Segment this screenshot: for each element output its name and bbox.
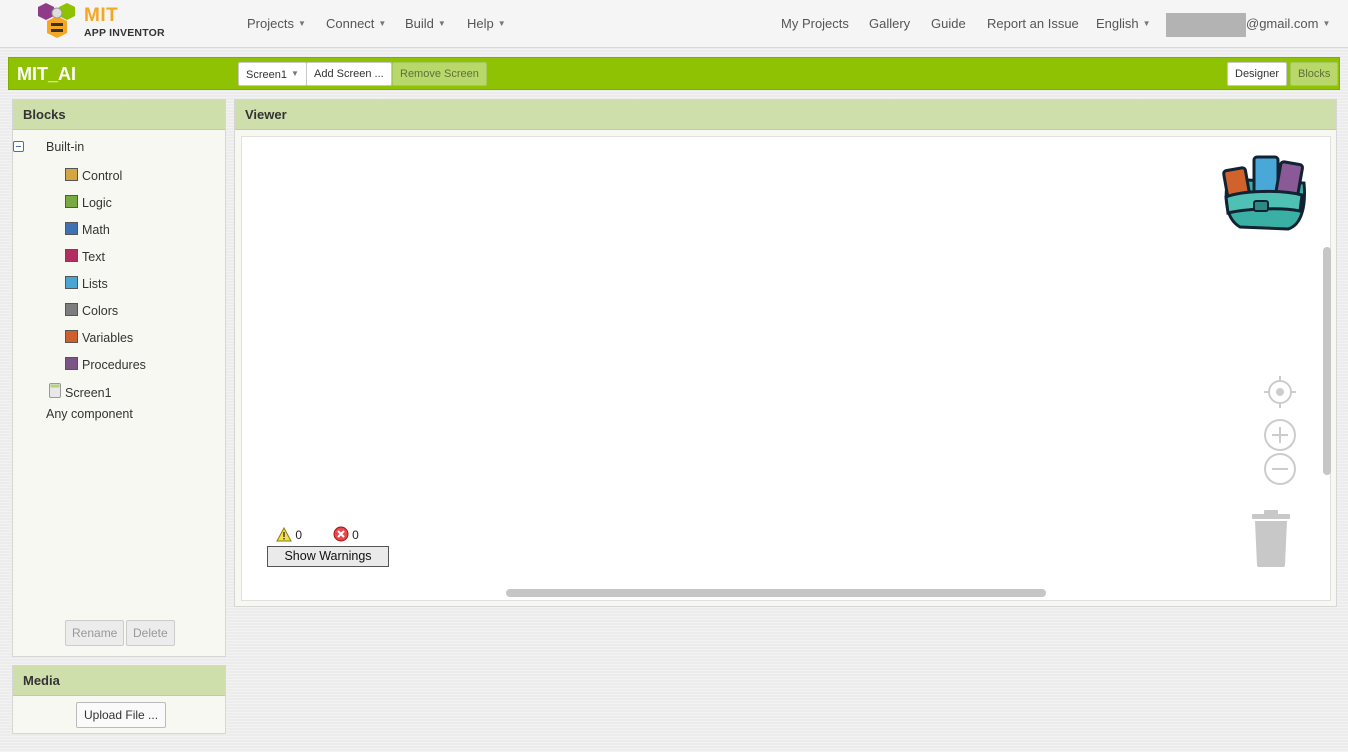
- text-swatch-icon: [65, 249, 78, 262]
- language-label: English: [1096, 16, 1139, 31]
- category-label: Logic: [82, 196, 112, 210]
- collapse-icon[interactable]: [13, 141, 24, 152]
- menu-help[interactable]: Help ▼: [467, 16, 506, 31]
- errors-count: 0: [352, 528, 359, 542]
- warning-icon: [276, 526, 292, 542]
- language-menu[interactable]: English ▼: [1096, 16, 1151, 31]
- block-category-variables[interactable]: Variables: [65, 330, 133, 345]
- media-panel: Media Upload File ...: [12, 665, 226, 734]
- screen-label: Screen1: [65, 386, 112, 400]
- screen-select-label: Screen1: [246, 69, 287, 81]
- colors-swatch-icon: [65, 303, 78, 316]
- category-label: Control: [82, 169, 123, 183]
- math-swatch-icon: [65, 222, 78, 235]
- menu-projects-label: Projects: [247, 16, 294, 31]
- category-label: Variables: [82, 331, 134, 345]
- procedures-swatch-icon: [65, 357, 78, 370]
- caret-down-icon: ▼: [297, 19, 306, 28]
- logo-subtitle: APP INVENTOR: [84, 27, 165, 39]
- recenter-icon[interactable]: [1263, 375, 1297, 409]
- warnings-indicator: 0 0: [276, 526, 359, 542]
- category-label: Procedures: [82, 358, 146, 372]
- remove-screen-button[interactable]: Remove Screen: [392, 62, 487, 86]
- show-warnings-button[interactable]: Show Warnings: [267, 546, 389, 567]
- project-name: MIT_AI: [17, 64, 77, 84]
- caret-down-icon: ▼: [497, 19, 506, 28]
- delete-button[interactable]: Delete: [126, 620, 175, 646]
- category-label: Math: [82, 223, 110, 237]
- link-guide[interactable]: Guide: [931, 16, 966, 31]
- tree-builtin[interactable]: Built-in: [46, 140, 84, 154]
- horizontal-scrollbar[interactable]: [506, 589, 1046, 597]
- link-my-projects[interactable]: My Projects: [781, 16, 849, 31]
- media-panel-title: Media: [13, 666, 225, 696]
- screen-select-dropdown[interactable]: Screen1 ▼: [238, 62, 307, 86]
- menu-connect[interactable]: Connect ▼: [326, 16, 386, 31]
- caret-down-icon: ▼: [437, 19, 446, 28]
- error-icon: [333, 526, 349, 542]
- menu-build[interactable]: Build ▼: [405, 16, 446, 31]
- logo-hexagon-icon: [38, 3, 75, 38]
- account-email: @gmail.com: [1246, 16, 1319, 31]
- lists-swatch-icon: [65, 276, 78, 289]
- block-category-lists[interactable]: Lists: [65, 276, 108, 291]
- upload-file-button[interactable]: Upload File ...: [76, 702, 167, 728]
- link-report-issue[interactable]: Report an Issue: [987, 16, 1079, 31]
- menu-build-label: Build: [405, 16, 434, 31]
- zoom-out-icon[interactable]: [1263, 452, 1297, 486]
- block-category-control[interactable]: Control: [65, 168, 122, 183]
- menu-projects[interactable]: Projects ▼: [247, 16, 306, 31]
- project-toolbar: MIT_AI Screen1 ▼ Add Screen ... Remove Sc…: [8, 57, 1340, 90]
- rename-button[interactable]: Rename: [65, 620, 125, 646]
- block-category-math[interactable]: Math: [65, 222, 110, 237]
- viewer-panel-title: Viewer: [235, 100, 1336, 130]
- app-inventor-logo[interactable]: MIT APP INVENTOR: [36, 2, 176, 44]
- viewer-panel: Viewer 0 0 Show Warnings: [234, 99, 1337, 607]
- zoom-in-icon[interactable]: [1263, 418, 1297, 452]
- add-screen-button[interactable]: Add Screen ...: [306, 62, 392, 86]
- trash-icon[interactable]: [1248, 509, 1294, 569]
- link-gallery[interactable]: Gallery: [869, 16, 910, 31]
- caret-down-icon: ▼: [290, 69, 299, 78]
- category-label: Text: [82, 250, 105, 264]
- account-menu[interactable]: @gmail.com ▼: [1246, 16, 1330, 31]
- account-name-redacted[interactable]: [1166, 13, 1246, 37]
- caret-down-icon: ▼: [1322, 19, 1331, 28]
- backpack-icon[interactable]: [1220, 149, 1312, 233]
- variables-swatch-icon: [65, 330, 78, 343]
- block-category-logic[interactable]: Logic: [65, 195, 112, 210]
- category-label: Colors: [82, 304, 119, 318]
- logic-swatch-icon: [65, 195, 78, 208]
- tree-screen1[interactable]: Screen1: [49, 383, 112, 400]
- caret-down-icon: ▼: [1142, 19, 1151, 28]
- blocks-panel-title: Blocks: [13, 100, 225, 130]
- category-label: Lists: [82, 277, 108, 291]
- block-category-text[interactable]: Text: [65, 249, 105, 264]
- warnings-count: 0: [295, 528, 303, 542]
- top-navigation-bar: MIT APP INVENTOR Projects ▼ Connect ▼ Buil…: [0, 0, 1348, 48]
- vertical-scrollbar[interactable]: [1323, 247, 1331, 475]
- menu-connect-label: Connect: [326, 16, 375, 31]
- block-category-colors[interactable]: Colors: [65, 303, 118, 318]
- tree-any-component[interactable]: Any component: [46, 407, 133, 421]
- blocks-button[interactable]: Blocks: [1290, 62, 1339, 86]
- logo-title: MIT: [84, 5, 119, 26]
- screen-icon: [49, 383, 61, 398]
- caret-down-icon: ▼: [378, 19, 387, 28]
- control-swatch-icon: [65, 168, 78, 181]
- block-category-procedures[interactable]: Procedures: [65, 357, 146, 372]
- menu-help-label: Help: [467, 16, 494, 31]
- designer-button[interactable]: Designer: [1227, 62, 1288, 86]
- blocks-workspace[interactable]: 0 0 Show Warnings: [241, 136, 1331, 601]
